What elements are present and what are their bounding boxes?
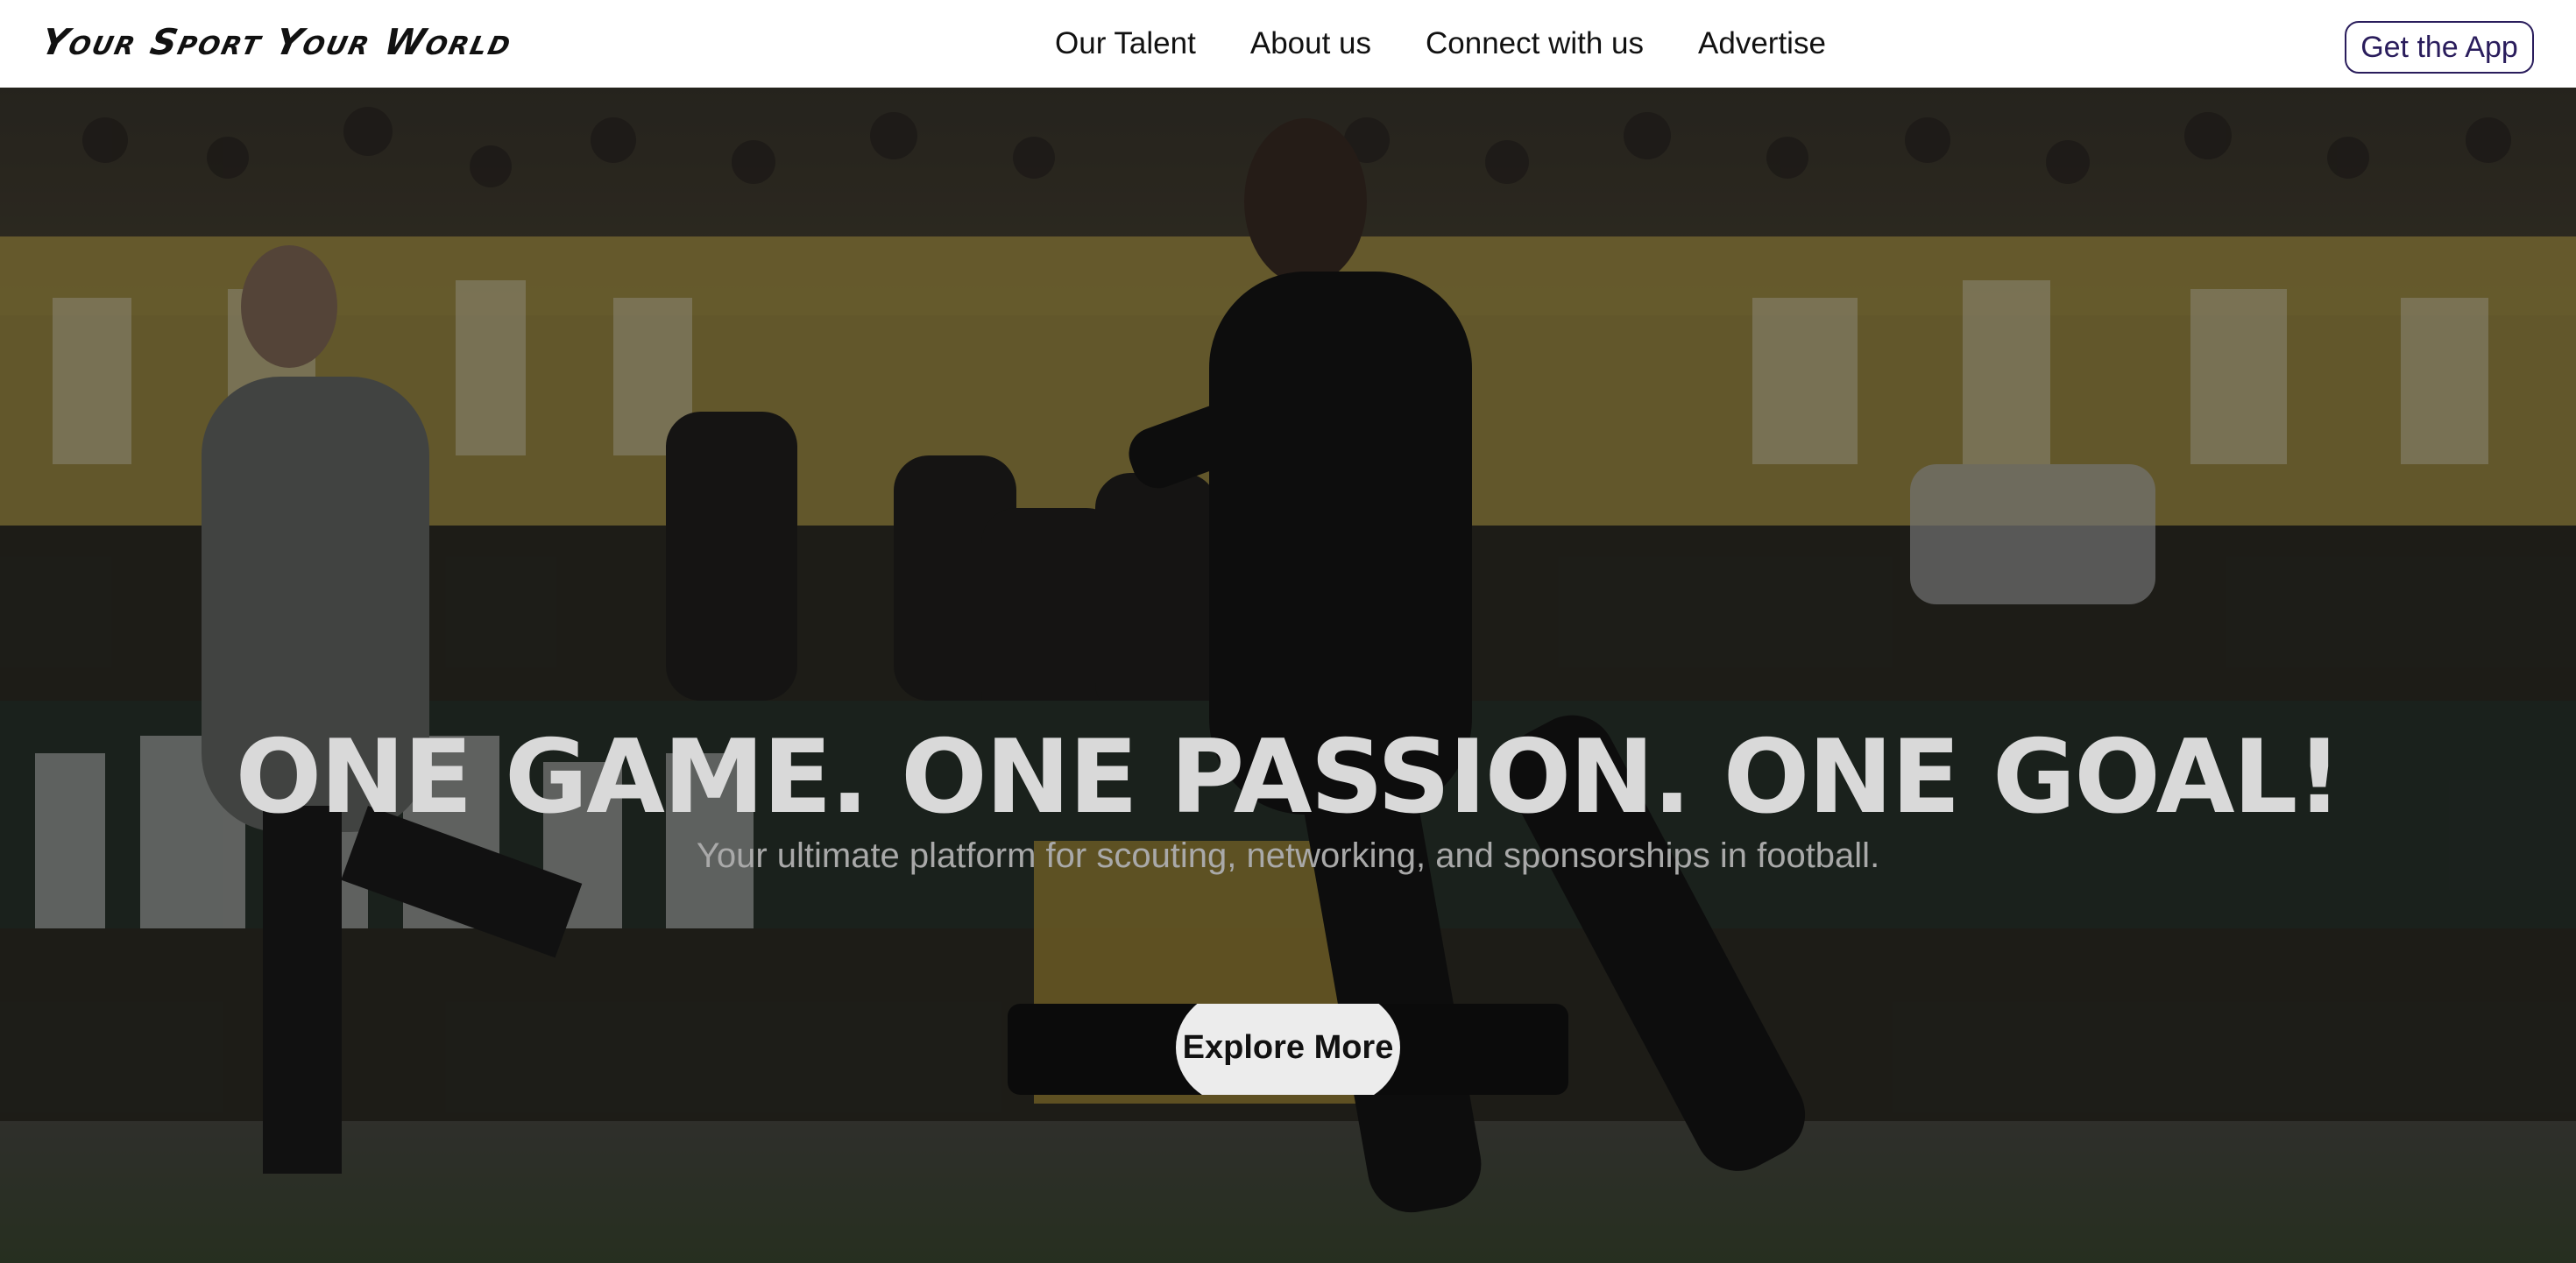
- site-header: Your Sport Your World Our Talent About u…: [0, 0, 2576, 88]
- site-logo[interactable]: Your Sport Your World: [38, 21, 516, 63]
- main-nav: Our Talent About us Connect with us Adve…: [1055, 26, 1826, 61]
- explore-more-button[interactable]: Explore More: [1176, 1004, 1400, 1095]
- explore-more-container: Explore More: [1008, 1004, 1568, 1095]
- hero-subtitle: Your ultimate platform for scouting, net…: [696, 836, 1880, 875]
- hero-title: ONE GAME. ONE PASSION. ONE GOAL!: [235, 718, 2343, 836]
- nav-item-connect-with-us[interactable]: Connect with us: [1426, 26, 1644, 61]
- nav-item-about-us[interactable]: About us: [1250, 26, 1371, 61]
- nav-item-our-talent[interactable]: Our Talent: [1055, 26, 1196, 61]
- get-the-app-button[interactable]: Get the App: [2345, 21, 2534, 74]
- hero-section: ONE GAME. ONE PASSION. ONE GOAL! Your ul…: [0, 88, 2576, 1263]
- nav-item-advertise[interactable]: Advertise: [1698, 26, 1826, 61]
